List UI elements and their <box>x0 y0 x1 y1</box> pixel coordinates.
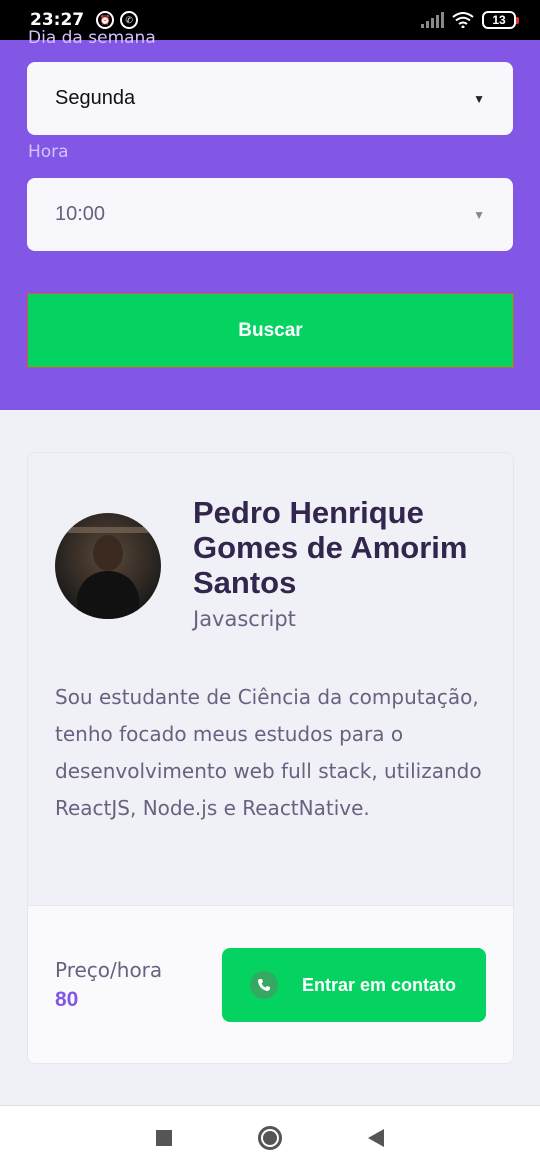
whatsapp-icon <box>250 971 278 999</box>
teacher-bio: Sou estudante de Ciência da computação, … <box>55 685 482 820</box>
teacher-subject: Javascript <box>193 607 296 631</box>
day-label: Dia da semana <box>28 28 156 48</box>
teacher-card-body: Pedro Henrique Gomes de Amorim Santos Ja… <box>28 453 513 905</box>
teacher-name: Pedro Henrique Gomes de Amorim Santos <box>193 495 468 600</box>
system-nav-bar <box>0 1105 540 1170</box>
contact-button-label: Entrar em contato <box>302 974 457 995</box>
recent-apps-icon[interactable] <box>156 1130 172 1146</box>
chevron-down-icon: ▼ <box>473 91 485 106</box>
price-label: Preço/hora <box>55 958 163 982</box>
contact-button[interactable]: Entrar em contato <box>222 948 486 1022</box>
search-button[interactable]: Buscar <box>27 293 514 368</box>
battery-icon: 13 <box>482 11 519 29</box>
home-icon[interactable] <box>258 1126 282 1150</box>
filter-header: Dia da semana Segunda ▼ Hora 10:00 ▼ Bus… <box>0 28 540 410</box>
battery-level: 13 <box>492 13 506 27</box>
chevron-down-icon: ▼ <box>473 207 485 222</box>
day-select-value: Segunda <box>55 87 136 109</box>
teacher-card: Pedro Henrique Gomes de Amorim Santos Ja… <box>27 452 514 1064</box>
status-time: 23:27 <box>30 10 85 30</box>
alarm-icon: ⏰ <box>96 11 115 29</box>
signal-icon <box>421 12 444 28</box>
teacher-card-footer: Preço/hora 80 Entrar em contato <box>28 905 513 1063</box>
hour-select-value: 10:00 <box>55 203 106 225</box>
whatsapp-icon: ✆ <box>120 11 139 29</box>
hour-select[interactable]: 10:00 ▼ <box>27 178 513 251</box>
hour-label: Hora <box>28 142 69 162</box>
avatar <box>55 513 161 619</box>
day-select[interactable]: Segunda ▼ <box>27 62 513 135</box>
price-value: 80 <box>55 988 79 1011</box>
wifi-icon <box>452 12 474 28</box>
back-icon[interactable] <box>368 1129 384 1147</box>
